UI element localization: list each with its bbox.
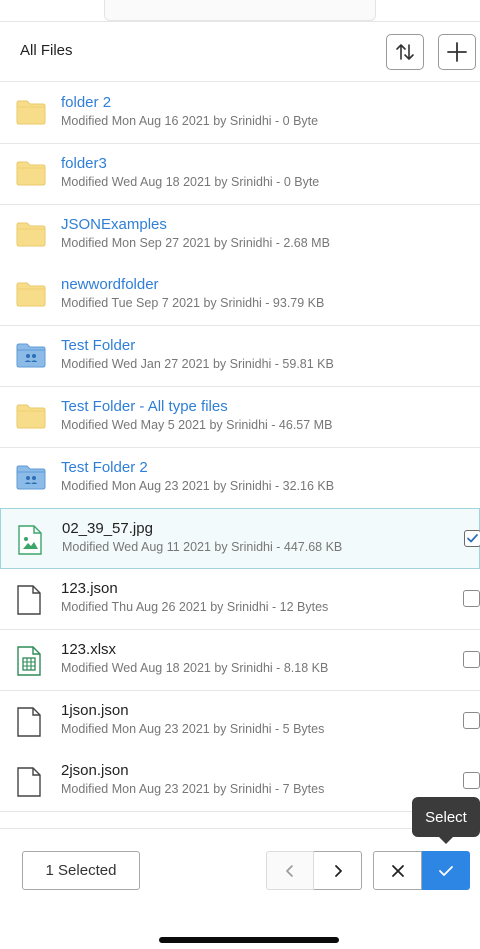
plus-icon [447,42,467,62]
file-row[interactable]: 02_39_57.jpg Modified Wed Aug 11 2021 by … [0,508,480,570]
folder-icon [16,99,46,127]
close-icon [391,864,404,877]
item-meta: Modified Wed Jan 27 2021 by Srinidhi - 5… [61,357,334,371]
document-icon [16,585,46,615]
selection-footer: 1 Selected [0,828,480,949]
item-name: 2json.json [61,762,129,780]
select-checkbox[interactable] [463,772,480,790]
search-bar-fragment[interactable] [104,0,376,21]
document-icon [16,767,46,797]
item-meta: Modified Tue Sep 7 2021 by Srinidhi - 93… [61,296,325,311]
check-icon [439,865,453,876]
item-meta: Modified Mon Aug 23 2021 by Srinidhi - 7… [61,782,325,797]
item-name[interactable]: Test Folder [61,337,135,354]
previous-page-button[interactable] [266,851,314,890]
home-indicator[interactable] [159,937,339,943]
file-list-header: All Files [0,22,480,82]
select-checkbox[interactable] [463,711,480,729]
file-row[interactable]: 2json.json Modified Mon Aug 23 2021 by Sr… [0,751,480,813]
item-meta: Modified Wed Aug 18 2021 by Srinidhi - 0… [61,174,320,189]
item-meta: Modified Wed Aug 18 2021 by Srinidhi - 8… [61,660,329,675]
folder-row[interactable]: folder 2 Modified Mon Aug 16 2021 by Srin… [0,83,480,144]
folder-icon [16,281,46,309]
item-name: 123.json [61,580,118,597]
folder-icon [16,403,46,431]
item-name[interactable]: newwordfolder [61,276,159,293]
folder-row[interactable]: Test Folder Modified Wed Jan 27 2021 by S… [0,326,480,387]
folder-icon [16,160,46,188]
top-strip [0,0,480,22]
chevron-left-icon [286,864,293,877]
spreadsheet-icon [16,646,46,676]
folder-icon [16,221,46,249]
add-button[interactable] [438,34,476,70]
file-row[interactable]: 1json.json Modified Mon Aug 23 2021 by Sr… [0,690,480,752]
select-checkbox[interactable] [463,650,480,668]
select-checkbox[interactable] [464,530,480,548]
cancel-button[interactable] [373,851,422,890]
folder-row[interactable]: Test Folder - All type files Modified Wed… [0,386,480,448]
page-title: All Files [20,42,73,59]
folder-row[interactable]: Test Folder 2 Modified Mon Aug 23 2021 by… [0,447,480,509]
file-row[interactable]: 123.xlsx Modified Wed Aug 18 2021 by Srin… [0,629,480,691]
item-name[interactable]: Test Folder 2 [61,459,148,476]
select-checkbox[interactable] [463,590,480,607]
select-tooltip: Select [412,797,480,844]
shared-folder-icon [16,342,46,370]
file-row[interactable]: 123.json Modified Thu Aug 26 2021 by Srin… [0,569,480,630]
item-meta: Modified Wed May 5 2021 by Srinidhi - 46… [61,417,333,432]
pagination [266,851,362,890]
item-name[interactable]: folder 2 [61,94,111,111]
item-name: 1json.json [61,701,129,719]
folder-row[interactable]: JSONExamples Modified Mon Sep 27 2021 by … [0,204,480,266]
item-meta: Modified Wed Aug 11 2021 by Srinidhi - 4… [62,540,343,555]
sort-button[interactable] [386,34,424,70]
item-name[interactable]: Test Folder - All type files [61,398,228,415]
image-file-icon [17,525,47,555]
item-meta: Modified Mon Aug 23 2021 by Srinidhi - 3… [61,478,335,493]
confirm-select-button[interactable] [422,851,470,890]
selected-count-button[interactable]: 1 Selected [22,851,140,890]
sort-arrows-icon [396,44,414,60]
file-list: folder 2 Modified Mon Aug 16 2021 by Srin… [0,83,480,828]
next-page-button[interactable] [314,851,362,890]
chevron-right-icon [334,864,342,877]
folder-row[interactable]: folder3 Modified Wed Aug 18 2021 by Srini… [0,143,480,205]
shared-folder-icon [16,464,46,492]
folder-row[interactable]: newwordfolder Modified Tue Sep 7 2021 by … [0,265,480,327]
item-meta: Modified Mon Aug 16 2021 by Srinidhi - 0… [61,114,319,128]
item-name: 02_39_57.jpg [62,520,153,538]
item-meta: Modified Mon Sep 27 2021 by Srinidhi - 2… [61,235,330,250]
item-name: 123.xlsx [61,640,117,658]
item-name[interactable]: JSONExamples [61,216,167,233]
file-row-partial [0,812,480,826]
item-name[interactable]: folder3 [61,155,107,172]
item-meta: Modified Thu Aug 26 2021 by Srinidhi - 1… [61,600,329,614]
document-icon [16,706,46,737]
selection-actions [373,851,470,890]
item-meta: Modified Mon Aug 23 2021 by Srinidhi - 5… [61,721,325,736]
